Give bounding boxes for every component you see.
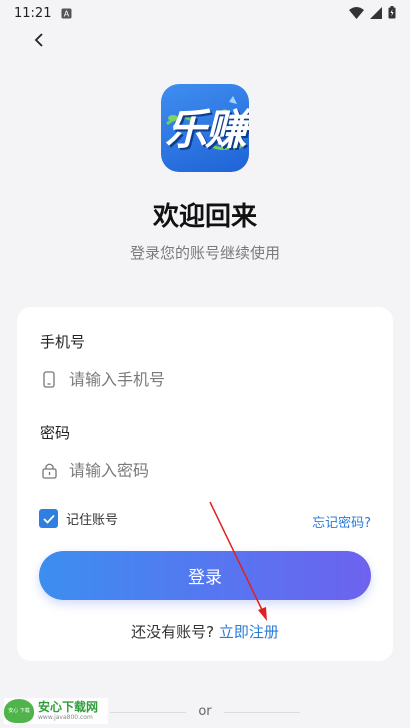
svg-text:A: A <box>64 9 70 18</box>
status-right <box>349 4 396 23</box>
status-bar: 11:21 A <box>0 0 410 26</box>
register-row: 还没有账号? 立即注册 <box>17 621 393 642</box>
status-left: 11:21 A <box>14 4 72 23</box>
register-link[interactable]: 立即注册 <box>219 623 279 641</box>
forgot-password-link[interactable]: 忘记密码? <box>312 512 371 531</box>
password-field[interactable] <box>40 455 370 485</box>
watermark-badge-icon: 安心 下载 <box>4 699 34 723</box>
lock-icon <box>40 461 58 479</box>
chevron-left-icon <box>34 32 44 51</box>
status-time: 11:21 <box>14 5 52 21</box>
remember-account-toggle[interactable]: 记住账号 <box>39 509 118 528</box>
checkmark-icon <box>42 509 55 528</box>
wifi-icon <box>349 4 364 23</box>
password-label: 密码 <box>40 424 71 442</box>
phone-input[interactable] <box>69 369 349 389</box>
divider-line-right <box>224 712 300 713</box>
watermark-badge-text: 安心 下载 <box>8 708 30 714</box>
page-title: 欢迎回来 <box>152 202 257 232</box>
battery-icon <box>388 4 396 23</box>
phone-field[interactable] <box>40 364 370 394</box>
back-button[interactable] <box>26 30 52 52</box>
page-subtitle: 登录您的账号继续使用 <box>129 244 280 262</box>
remember-label: 记住账号 <box>66 513 119 528</box>
signal-icon <box>370 4 382 23</box>
watermark-title: 安心下载网 <box>38 699 99 714</box>
password-input[interactable] <box>69 460 349 480</box>
app-logo: 乐赚 <box>161 84 249 172</box>
phone-label: 手机号 <box>40 333 86 351</box>
watermark-url: www.java800.com <box>38 713 93 721</box>
remember-checkbox[interactable] <box>39 509 58 528</box>
phone-icon <box>40 370 58 388</box>
logo-text: 乐赚 <box>164 105 247 154</box>
watermark-text: 安心下载网 www.java800.com <box>38 699 99 722</box>
login-button[interactable]: 登录 <box>39 551 371 600</box>
login-card: 手机号 密码 记住账号 忘记密码? 登录 还没有账号? 立即注册 <box>17 307 393 661</box>
watermark: 安心 下载 安心下载网 www.java800.com <box>4 698 108 724</box>
notification-icon: A <box>61 4 72 23</box>
register-prompt: 还没有账号? <box>131 623 215 641</box>
